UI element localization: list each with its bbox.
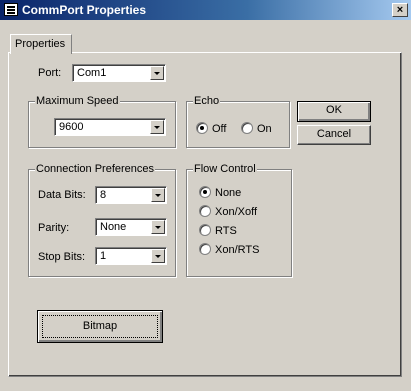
maximum-speed-title: Maximum Speed <box>35 95 120 107</box>
chevron-down-icon[interactable] <box>151 220 165 234</box>
window-title: CommPort Properties <box>22 3 147 17</box>
chevron-down-icon[interactable] <box>151 249 165 263</box>
flow-xon-rts-label: Xon/RTS <box>215 244 260 256</box>
echo-on-radio[interactable] <box>241 122 253 134</box>
data-bits-select[interactable]: 8 <box>95 186 167 204</box>
stop-bits-value: 1 <box>100 250 107 262</box>
stop-bits-select[interactable]: 1 <box>95 247 167 265</box>
flow-rts-radio[interactable] <box>199 224 211 236</box>
flow-rts-label: RTS <box>215 225 237 237</box>
echo-title: Echo <box>193 95 221 107</box>
cancel-button[interactable]: Cancel <box>297 125 371 145</box>
parity-label: Parity: <box>38 222 70 234</box>
flow-control-title: Flow Control <box>193 163 257 175</box>
title-bar: CommPort Properties × <box>0 0 411 20</box>
data-bits-value: 8 <box>100 189 107 201</box>
port-select[interactable]: Com1 <box>72 64 166 82</box>
connection-preferences-title: Connection Preferences <box>35 163 156 175</box>
flow-none-radio[interactable] <box>199 186 211 198</box>
flow-none-label: None <box>215 187 242 199</box>
focus-rect <box>42 315 158 338</box>
bitmap-button[interactable]: Bitmap <box>37 310 163 343</box>
chevron-down-icon[interactable] <box>151 188 165 202</box>
flow-control-group: Flow Control <box>186 163 292 277</box>
maximum-speed-select[interactable]: 9600 <box>54 118 166 136</box>
flow-xon-xoff-label: Xon/Xoff <box>215 206 257 218</box>
app-icon <box>4 3 18 16</box>
maximum-speed-value: 9600 <box>59 121 84 133</box>
echo-off-radio[interactable] <box>196 122 208 134</box>
parity-value: None <box>100 221 127 233</box>
ok-button[interactable]: OK <box>297 101 371 122</box>
parity-select[interactable]: None <box>95 218 167 236</box>
echo-off-label: Off <box>212 123 227 135</box>
data-bits-label: Data Bits: <box>38 189 86 201</box>
port-label: Port: <box>38 67 62 79</box>
port-value: Com1 <box>77 67 107 79</box>
stop-bits-label: Stop Bits: <box>38 251 86 263</box>
flow-xon-rts-radio[interactable] <box>199 243 211 255</box>
close-button[interactable]: × <box>392 3 408 17</box>
flow-xon-xoff-radio[interactable] <box>199 205 211 217</box>
echo-on-label: On <box>257 123 272 135</box>
chevron-down-icon[interactable] <box>150 120 164 134</box>
tab-properties[interactable]: Properties <box>10 34 72 54</box>
chevron-down-icon[interactable] <box>150 66 164 80</box>
